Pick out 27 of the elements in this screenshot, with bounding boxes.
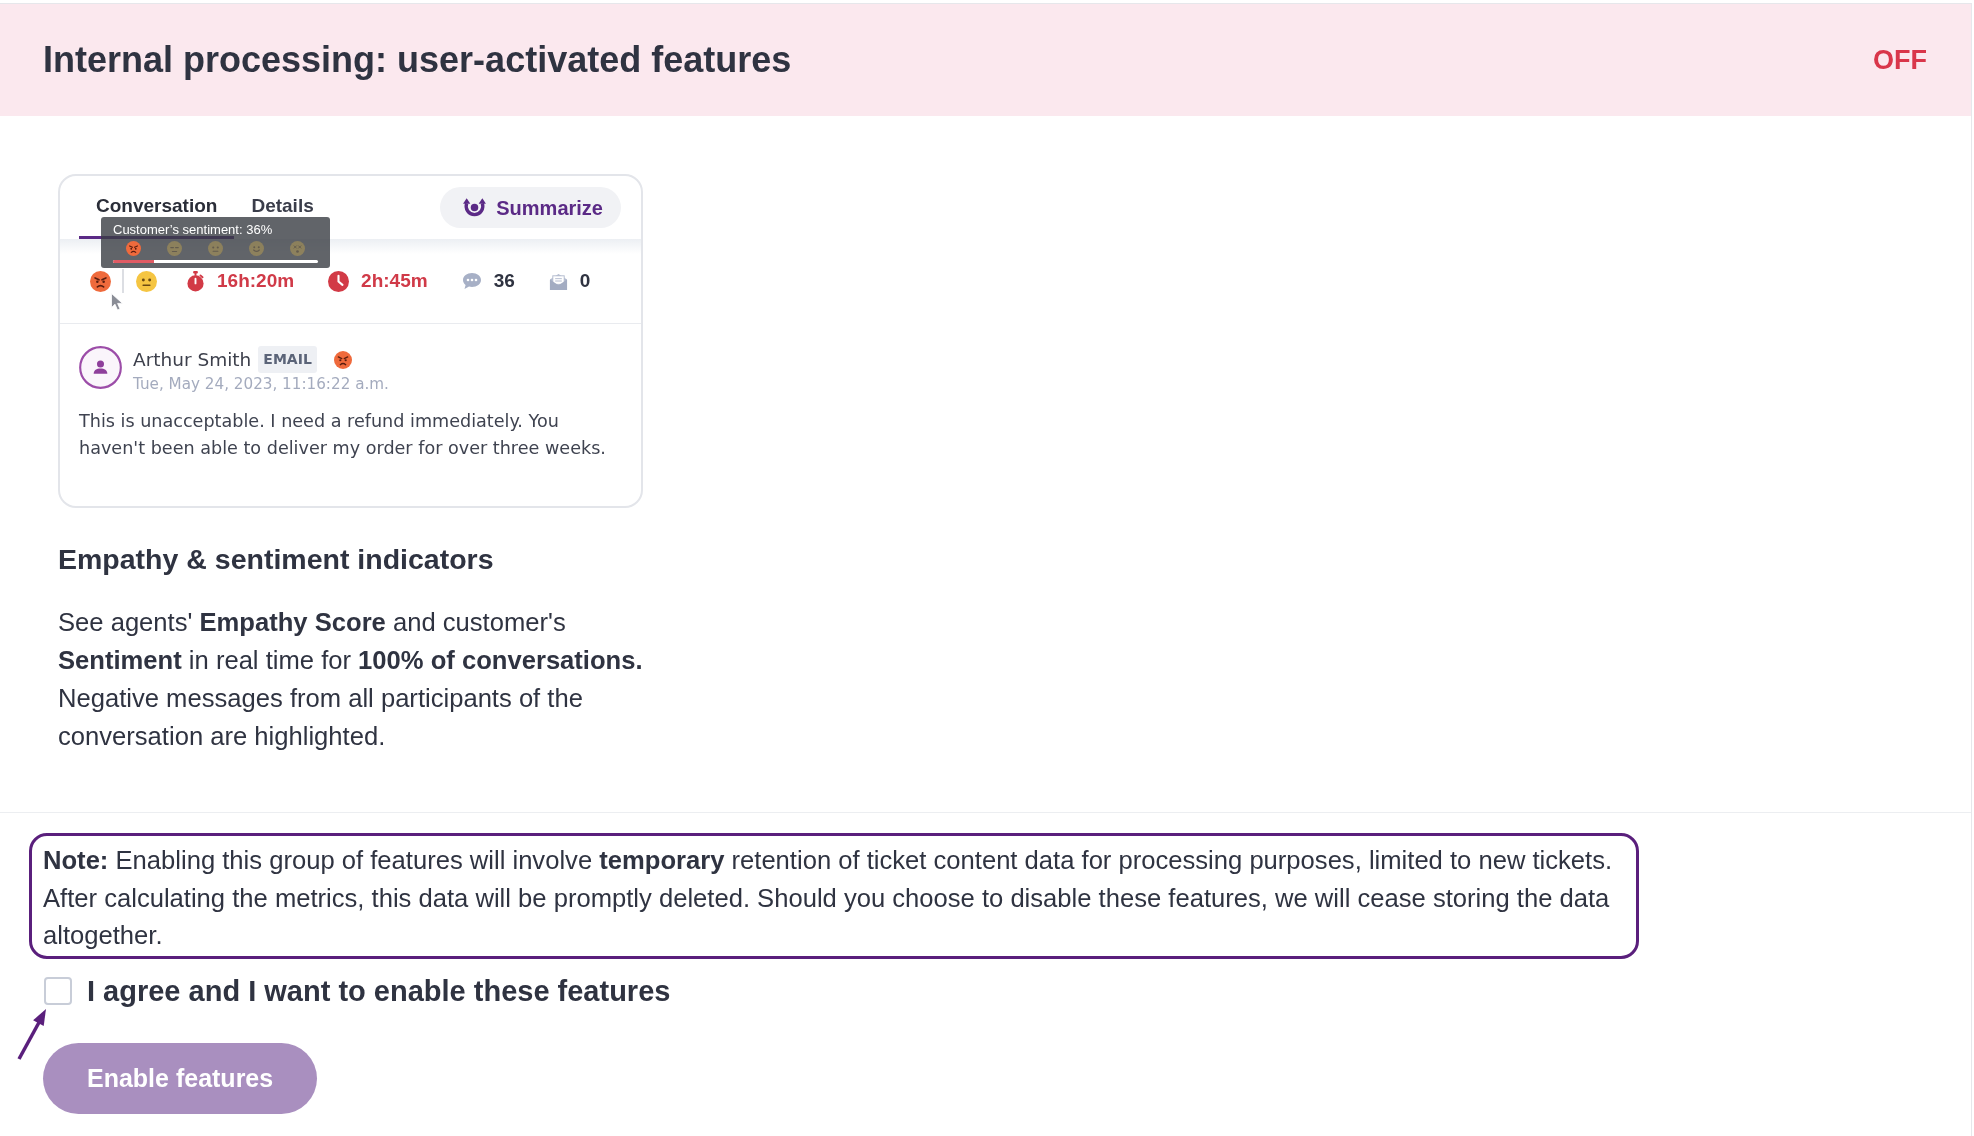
stat-value: 0 [579, 268, 591, 293]
status-label: OFF [1873, 43, 1927, 77]
stat-value: 2h:45m [361, 268, 428, 293]
summarize-button[interactable]: Summarize [440, 187, 621, 228]
stat-value: 36 [493, 268, 515, 293]
circle-arrows-icon [462, 196, 488, 219]
note-text: Note: Enabling this group of features will involve temporary retention of ticket content data for processing purposes, limited to new tickets. After calculating the metrics, this data will be promptly deleted. Should you choose to disable these features, we will cease storing the data altogether. [29, 833, 1639, 959]
timestamp: Tue, May 24, 2023, 11:16:22 a.m. [133, 374, 389, 395]
header-title: Internal processing: user-activated features [43, 38, 792, 82]
neutral-face-icon [136, 270, 157, 292]
stopwatch-icon [186, 270, 205, 292]
chat-bubble-icon [461, 272, 482, 290]
channel-badge: EMAIL [258, 346, 317, 373]
feature-description: See agents' Empathy Score and customer's Sentiment in real time for 100% of conversations. Negative messages from all participants of the conversation are highlighted. [58, 607, 644, 752]
cursor-icon [111, 293, 124, 311]
agree-checkbox[interactable] [44, 977, 72, 1006]
angry-face-icon [333, 350, 352, 369]
arrow-icon [17, 1008, 47, 1061]
envelope-icon [548, 271, 568, 291]
feature-title: Empathy & sentiment indicators [58, 542, 494, 576]
angry-face-icon [90, 270, 111, 292]
message-text: This is unacceptable. I need a refund immediately. You haven't been able to deliver my order for over three weeks. [79, 410, 607, 460]
stat-value: 16h:20m [217, 268, 295, 293]
user-avatar-icon [79, 346, 122, 389]
author-name: Arthur Smith [133, 347, 252, 372]
agree-label: I agree and I want to enable these features [87, 973, 671, 1009]
clock-icon [328, 270, 350, 292]
